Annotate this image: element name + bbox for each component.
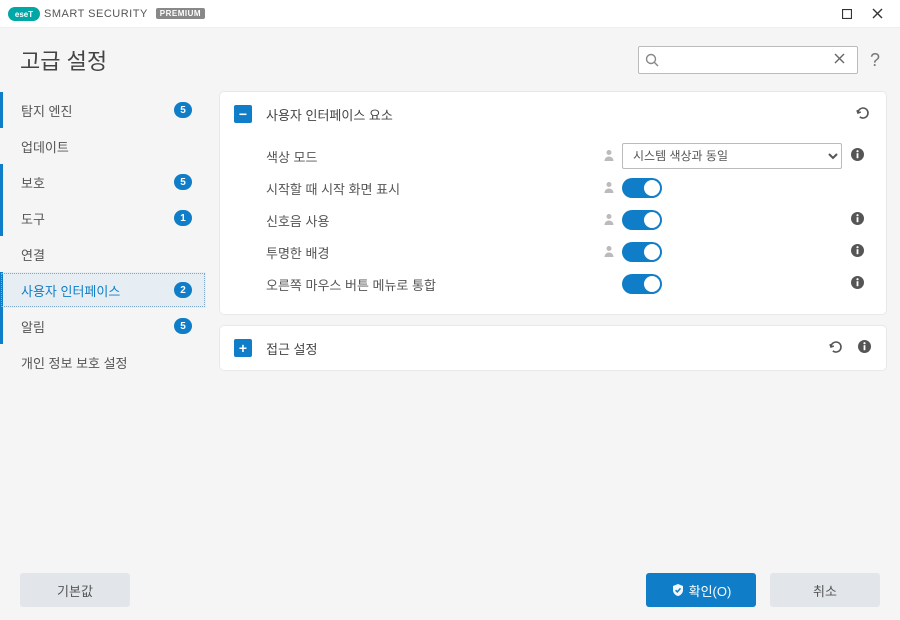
panel-header[interactable]: + 접근 설정 <box>220 326 886 370</box>
undo-icon <box>827 338 845 356</box>
panel-ui-elements: − 사용자 인터페이스 요소 색상 모드 시스템 색 <box>220 92 886 314</box>
search-input[interactable] <box>665 47 822 73</box>
panel-title: 접근 설정 <box>266 339 827 358</box>
user-icon <box>602 180 616 197</box>
page-title: 고급 설정 <box>20 44 638 76</box>
eset-logo-icon: eseT <box>8 7 40 21</box>
sidebar-badge: 5 <box>174 318 192 334</box>
sidebar-badge: 2 <box>174 282 192 298</box>
row-label: 색상 모드 <box>266 147 602 166</box>
row-context-menu: 오른쪽 마우스 버튼 메뉴로 통합 <box>266 268 872 300</box>
help-button[interactable]: ? <box>870 50 880 71</box>
sidebar-item-label: 도구 <box>21 209 168 228</box>
collapse-icon[interactable]: − <box>234 105 252 123</box>
main-area: 탐지 엔진 5 업데이트 보호 5 도구 1 연결 사용자 인터페이스 2 알림… <box>0 88 900 562</box>
sidebar-item-update[interactable]: 업데이트 <box>0 128 206 164</box>
sidebar-badge: 5 <box>174 174 192 190</box>
sidebar-item-user-interface[interactable]: 사용자 인터페이스 2 <box>0 272 206 308</box>
row-splash-screen: 시작할 때 시작 화면 표시 <box>266 172 872 204</box>
sidebar-item-detection-engine[interactable]: 탐지 엔진 5 <box>0 92 206 128</box>
panel-header[interactable]: − 사용자 인터페이스 요소 <box>220 92 886 136</box>
sidebar-item-tools[interactable]: 도구 1 <box>0 200 206 236</box>
sidebar-item-notifications[interactable]: 알림 5 <box>0 308 206 344</box>
cancel-button[interactable]: 취소 <box>770 573 880 607</box>
brand-text: SMART SECURITY <box>44 8 148 20</box>
close-icon <box>872 8 883 19</box>
defaults-button[interactable]: 기본값 <box>20 573 130 607</box>
info-button[interactable] <box>850 211 865 229</box>
info-button[interactable] <box>850 243 865 261</box>
row-label: 시작할 때 시작 화면 표시 <box>266 179 602 198</box>
row-label: 투명한 배경 <box>266 243 602 262</box>
sidebar-item-protection[interactable]: 보호 5 <box>0 164 206 200</box>
sidebar-item-privacy[interactable]: 개인 정보 보호 설정 <box>0 344 206 380</box>
content-area: − 사용자 인터페이스 요소 색상 모드 시스템 색 <box>206 88 900 562</box>
sound-toggle[interactable] <box>622 210 662 230</box>
ok-button[interactable]: 확인(O) <box>646 573 756 607</box>
window-maximize-button[interactable] <box>832 2 862 26</box>
footer: 기본값 확인(O) 취소 <box>0 560 900 620</box>
sidebar-item-label: 탐지 엔진 <box>21 101 168 120</box>
maximize-icon <box>842 9 852 19</box>
svg-text:eseT: eseT <box>15 10 33 19</box>
context-menu-toggle[interactable] <box>622 274 662 294</box>
sidebar-badge: 1 <box>174 210 192 226</box>
row-sound: 신호음 사용 <box>266 204 872 236</box>
sidebar-item-connection[interactable]: 연결 <box>0 236 206 272</box>
sidebar-item-label: 개인 정보 보호 설정 <box>21 353 192 372</box>
row-label: 신호음 사용 <box>266 211 602 230</box>
row-label: 오른쪽 마우스 버튼 메뉴로 통합 <box>266 275 602 294</box>
row-color-mode: 색상 모드 시스템 색상과 동일 <box>266 140 872 172</box>
titlebar: eseT SMART SECURITY PREMIUM <box>0 0 900 28</box>
sidebar-item-label: 연결 <box>21 245 192 264</box>
search-icon <box>645 53 659 67</box>
page-header: 고급 설정 ? <box>0 28 900 88</box>
revert-button[interactable] <box>827 338 845 359</box>
panel-access-settings: + 접근 설정 <box>220 326 886 370</box>
user-icon <box>602 148 616 165</box>
color-mode-select[interactable]: 시스템 색상과 동일 <box>622 143 842 169</box>
clear-icon <box>834 53 845 64</box>
info-icon <box>850 275 865 290</box>
transparent-bg-toggle[interactable] <box>622 242 662 262</box>
window-close-button[interactable] <box>862 2 892 26</box>
info-button[interactable] <box>850 147 865 165</box>
sidebar: 탐지 엔진 5 업데이트 보호 5 도구 1 연결 사용자 인터페이스 2 알림… <box>0 88 206 562</box>
edition-badge: PREMIUM <box>156 8 205 19</box>
search-field[interactable] <box>638 46 858 74</box>
sidebar-item-label: 업데이트 <box>21 137 192 156</box>
undo-icon <box>854 104 872 122</box>
brand-logo: eseT SMART SECURITY PREMIUM <box>8 7 205 21</box>
panel-title: 사용자 인터페이스 요소 <box>266 105 854 124</box>
sidebar-item-label: 사용자 인터페이스 <box>21 281 168 300</box>
sidebar-badge: 5 <box>174 102 192 118</box>
info-button[interactable] <box>850 275 865 293</box>
info-icon <box>850 243 865 258</box>
revert-button[interactable] <box>854 104 872 125</box>
panel-body: 색상 모드 시스템 색상과 동일 <box>220 136 886 314</box>
sidebar-item-label: 알림 <box>21 317 168 336</box>
shield-check-icon <box>671 583 685 597</box>
user-icon <box>602 244 616 261</box>
expand-icon[interactable]: + <box>234 339 252 357</box>
splash-toggle[interactable] <box>622 178 662 198</box>
user-icon <box>602 212 616 229</box>
sidebar-item-label: 보호 <box>21 173 168 192</box>
info-icon <box>857 339 872 354</box>
info-icon <box>850 147 865 162</box>
row-transparent-bg: 투명한 배경 <box>266 236 872 268</box>
info-button[interactable] <box>857 339 872 357</box>
info-icon <box>850 211 865 226</box>
search-clear-button[interactable] <box>822 51 857 69</box>
ok-button-label: 확인(O) <box>689 581 732 600</box>
